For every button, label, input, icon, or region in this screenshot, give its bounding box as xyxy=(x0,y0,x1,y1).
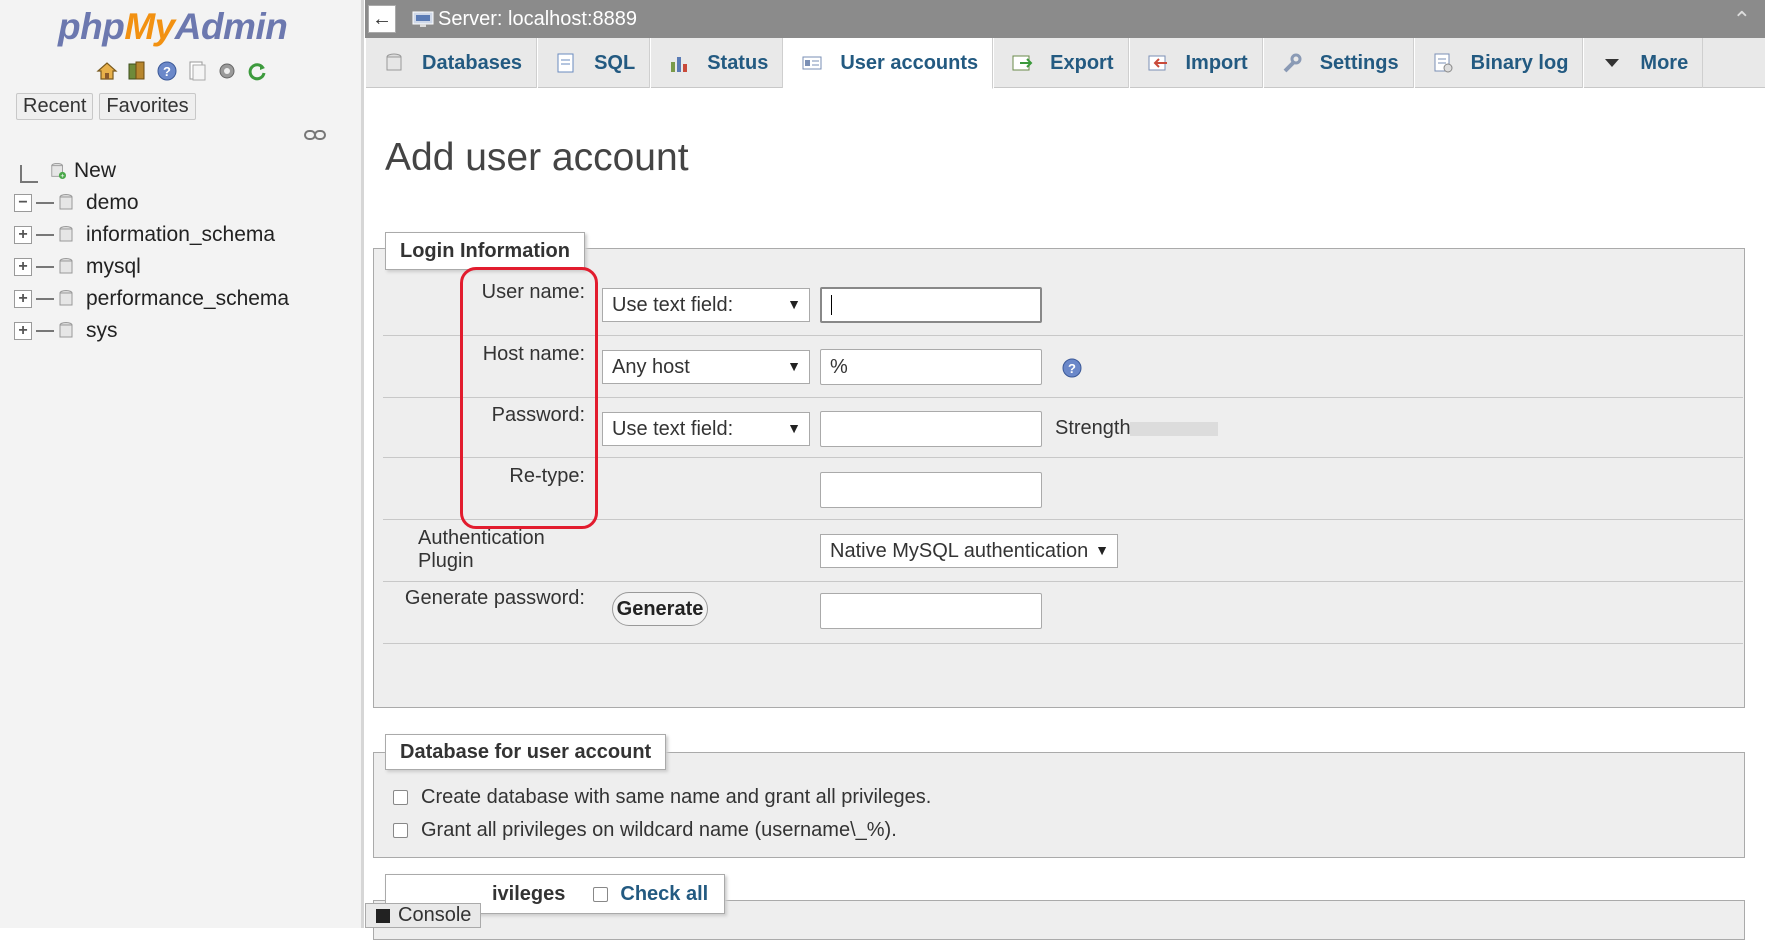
expand-icon[interactable]: + xyxy=(14,258,32,276)
logout-icon[interactable] xyxy=(126,60,148,82)
tree-item-label: New xyxy=(74,159,117,182)
tab-binary-log[interactable]: Binary log xyxy=(1413,38,1584,88)
quick-links: ? xyxy=(96,60,268,82)
svg-text:+: + xyxy=(60,172,64,180)
server-breadcrumb[interactable]: Server: localhost:8889 xyxy=(438,8,637,31)
create-database-checkbox[interactable] xyxy=(393,790,408,805)
database-icon xyxy=(59,226,73,242)
auth-plugin-select[interactable]: Native MySQL authentication ▼ xyxy=(820,534,1118,568)
host-name-type-select[interactable]: Any host ▼ xyxy=(602,350,810,384)
server-icon xyxy=(412,11,434,27)
phpmyadmin-logo[interactable]: phpMyAdmin xyxy=(58,6,288,48)
generate-button[interactable]: Generate xyxy=(612,592,708,626)
dropdown-arrow-icon: ▼ xyxy=(787,358,801,374)
tree-item-label: demo xyxy=(86,191,139,214)
dropdown-arrow-icon: ▼ xyxy=(787,420,801,436)
caret-down-icon xyxy=(1605,59,1620,67)
tree-item-new[interactable]: + New xyxy=(14,155,289,187)
database-icon xyxy=(386,53,402,71)
tab-user-accounts[interactable]: User accounts xyxy=(783,38,994,89)
recent-tab[interactable]: Recent xyxy=(16,93,94,120)
check-all-label[interactable]: Check all xyxy=(620,883,708,906)
tree-item-sys[interactable]: + sys xyxy=(14,315,289,347)
svg-text:?: ? xyxy=(1068,361,1076,376)
expand-icon[interactable]: + xyxy=(14,322,32,340)
console-toggle[interactable]: Console xyxy=(365,903,481,928)
favorites-tab[interactable]: Favorites xyxy=(99,93,196,120)
help-icon[interactable]: ? xyxy=(1061,357,1083,379)
tree-item-demo[interactable]: − demo xyxy=(14,187,289,219)
grant-wildcard-option[interactable]: Grant all privileges on wildcard name (u… xyxy=(393,819,897,842)
tree-item-performance-schema[interactable]: + performance_schema xyxy=(14,283,289,315)
console-icon xyxy=(376,908,390,923)
create-database-option[interactable]: Create database with same name and grant… xyxy=(393,786,931,809)
highlight-annotation xyxy=(460,267,598,529)
grant-wildcard-checkbox[interactable] xyxy=(393,823,408,838)
tree-item-label: mysql xyxy=(86,255,141,278)
tab-more[interactable]: More xyxy=(1583,38,1704,88)
database-icon xyxy=(59,194,73,210)
collapse-icon[interactable]: − xyxy=(14,194,32,212)
generated-password-input[interactable] xyxy=(820,593,1042,629)
tree-item-mysql[interactable]: + mysql xyxy=(14,251,289,283)
dropdown-arrow-icon: ▼ xyxy=(1095,542,1109,558)
export-icon xyxy=(1012,55,1033,71)
tree-item-label: performance_schema xyxy=(86,287,290,310)
dropdown-arrow-icon: ▼ xyxy=(787,296,801,312)
tab-import[interactable]: Import xyxy=(1128,38,1263,88)
user-name-type-select[interactable]: Use text field: ▼ xyxy=(602,288,810,322)
tree-connector xyxy=(20,165,38,183)
svg-text:?: ? xyxy=(163,64,171,79)
reload-icon[interactable] xyxy=(246,60,268,82)
main-tabs: Databases SQL Status User accounts Expor… xyxy=(365,38,1765,89)
expand-icon[interactable]: + xyxy=(14,290,32,308)
import-icon xyxy=(1148,55,1167,71)
tab-settings[interactable]: Settings xyxy=(1262,38,1414,88)
navigation-panel: phpMyAdmin ? Recent Favorites + New − de… xyxy=(0,0,364,928)
tab-sql[interactable]: SQL xyxy=(537,38,651,88)
page-title: Add user account xyxy=(385,136,689,179)
docs-icon[interactable] xyxy=(186,60,208,82)
binlog-icon xyxy=(1434,53,1453,73)
status-icon xyxy=(671,57,688,72)
login-information-legend: Login Information xyxy=(385,232,585,270)
password-type-select[interactable]: Use text field: ▼ xyxy=(602,412,810,446)
expand-icon[interactable]: + xyxy=(14,226,32,244)
password-strength-label: Strength: xyxy=(1055,417,1137,439)
tab-export[interactable]: Export xyxy=(993,38,1129,88)
tree-item-label: information_schema xyxy=(86,223,276,246)
collapse-navigation-button[interactable]: ← xyxy=(368,5,396,33)
server-breadcrumb-bar: ← Server: localhost:8889 ⌃ xyxy=(365,0,1765,38)
wrench-icon xyxy=(1283,53,1302,73)
retype-password-input[interactable] xyxy=(820,472,1042,508)
database-icon xyxy=(59,322,73,338)
check-all-checkbox[interactable] xyxy=(593,886,609,902)
user-name-input[interactable] xyxy=(820,287,1042,323)
help-icon[interactable]: ? xyxy=(156,60,178,82)
database-icon xyxy=(59,290,73,306)
host-name-input[interactable]: % xyxy=(820,349,1042,385)
new-database-icon: + xyxy=(51,163,66,180)
tree-item-information-schema[interactable]: + information_schema xyxy=(14,219,289,251)
users-icon xyxy=(802,56,822,70)
tree-item-label: sys xyxy=(86,319,118,342)
auth-plugin-label: Authentication Plugin xyxy=(418,527,545,572)
database-for-user-legend: Database for user account xyxy=(385,734,667,770)
generate-password-label: Generate password: xyxy=(404,587,585,609)
generate-password-row xyxy=(383,582,1743,644)
home-icon[interactable] xyxy=(96,60,118,82)
database-tree: + New − demo + information_schema + mysq… xyxy=(14,155,289,347)
database-icon xyxy=(59,258,73,274)
tab-status[interactable]: Status xyxy=(650,38,784,88)
sql-icon xyxy=(557,53,574,73)
password-strength-meter xyxy=(1130,422,1218,436)
collapse-top-icon[interactable]: ⌃ xyxy=(1733,7,1751,33)
text-caret xyxy=(831,295,832,315)
password-input[interactable] xyxy=(820,411,1042,447)
link-with-main-panel-icon[interactable] xyxy=(304,128,326,142)
tab-databases[interactable]: Databases xyxy=(365,38,538,88)
settings-icon[interactable] xyxy=(216,60,238,82)
